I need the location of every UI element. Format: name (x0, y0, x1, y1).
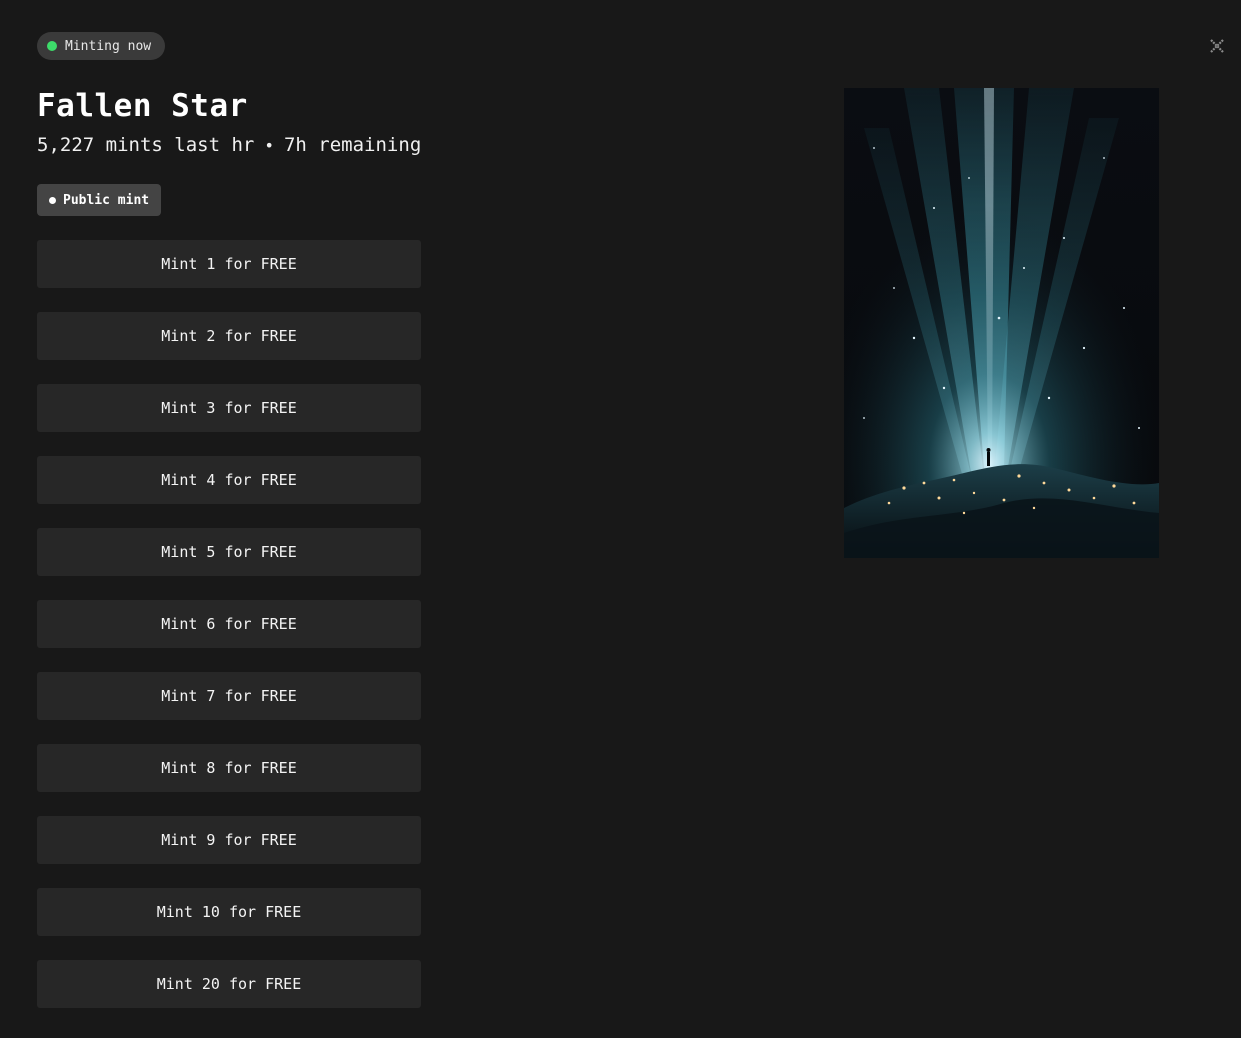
mint-6-button[interactable]: Mint 6 for FREE (37, 600, 421, 648)
mint-9-button[interactable]: Mint 9 for FREE (37, 816, 421, 864)
mint-2-button[interactable]: Mint 2 for FREE (37, 312, 421, 360)
phase-label: Public mint (63, 192, 150, 208)
mint-modal: Minting now Fallen Star 5,227 mints last… (0, 0, 1241, 1038)
mint-7-button[interactable]: Mint 7 for FREE (37, 672, 421, 720)
collection-artwork-image (844, 88, 1159, 558)
time-remaining: 7h remaining (283, 134, 422, 156)
mint-10-button[interactable]: Mint 10 for FREE (37, 888, 421, 936)
phase-dot (49, 196, 56, 204)
stats-separator: • (264, 135, 274, 155)
mint-20-button[interactable]: Mint 20 for FREE (37, 960, 421, 1008)
mint-3-button[interactable]: Mint 3 for FREE (37, 384, 421, 432)
mint-phase-tag: Public mint (37, 184, 162, 216)
mint-options-list: Mint 1 for FREE Mint 2 for FREE Mint 3 f… (37, 240, 421, 1008)
mints-last-hour: 5,227 mints last hr (37, 134, 255, 156)
minting-status-badge: Minting now (37, 32, 166, 60)
live-status-dot (47, 41, 57, 51)
collection-title: Fallen Star (37, 88, 248, 124)
status-label: Minting now (65, 38, 152, 54)
close-button[interactable] (1207, 36, 1227, 56)
mint-1-button[interactable]: Mint 1 for FREE (37, 240, 421, 288)
close-icon (1210, 39, 1224, 53)
mint-8-button[interactable]: Mint 8 for FREE (37, 744, 421, 792)
mint-5-button[interactable]: Mint 5 for FREE (37, 528, 421, 576)
mint-4-button[interactable]: Mint 4 for FREE (37, 456, 421, 504)
mint-stats: 5,227 mints last hr • 7h remaining (37, 134, 421, 156)
